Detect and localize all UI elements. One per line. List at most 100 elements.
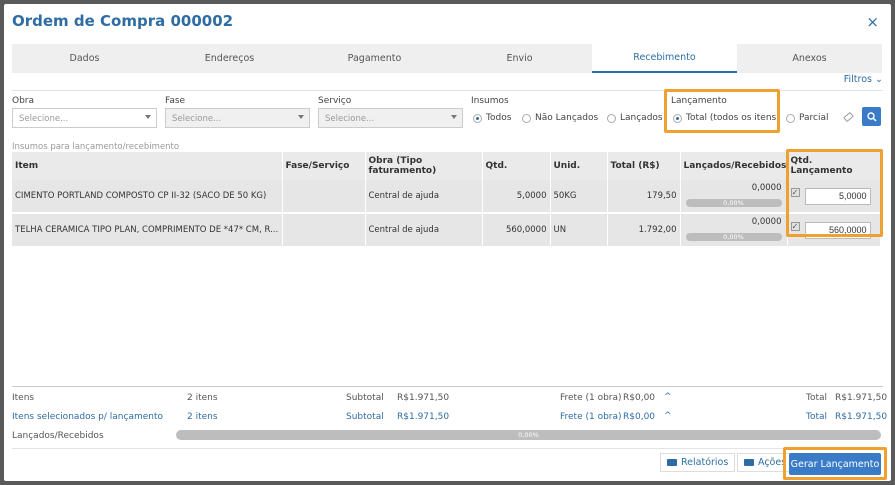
chevron-down-icon: ⌄ [875, 74, 883, 85]
cell-qtd: 560,0000 [482, 213, 551, 248]
total-label: Total [806, 412, 828, 422]
tab-dados[interactable]: Dados [12, 44, 157, 73]
total-value: R$1.971,50 [835, 393, 888, 403]
highlight-box-lancamento [664, 89, 780, 133]
radio-icon [522, 113, 531, 123]
tab-enderecos[interactable]: Endereços [157, 44, 302, 73]
subtotal-value: R$1.971,50 [397, 393, 450, 403]
progress-bar: 0,00% [685, 233, 782, 241]
filters-toggle-label: Filtros [843, 74, 872, 85]
progress-text: 0,00% [723, 199, 744, 207]
acoes-label: Ações [758, 457, 787, 468]
progress-text: 0,00% [723, 233, 744, 241]
close-icon[interactable]: × [866, 13, 879, 31]
tab-pagamento[interactable]: Pagamento [302, 44, 447, 73]
eraser-icon[interactable] [843, 111, 854, 123]
cell-fase [282, 213, 366, 248]
cell-qtd: 5,0000 [482, 180, 551, 214]
obra-select-value: Selecione... [19, 114, 69, 124]
insumos-radio-lancados[interactable]: Lançados [607, 113, 663, 123]
tab-envio[interactable]: Envio [447, 44, 592, 73]
divider [12, 448, 883, 449]
tab-recebimento[interactable]: Recebimento [592, 44, 737, 73]
cell-total: 179,50 [607, 180, 681, 214]
table-header-row: Item Fase/Serviço Obra (Tipo faturamento… [12, 152, 881, 180]
lancados-recebidos-label: Lançados/Recebidos [12, 431, 104, 441]
cell-total: 1.792,00 [607, 213, 681, 248]
frete-label: Frete (1 obra) [560, 393, 622, 403]
caret-down-icon [145, 115, 151, 119]
lancamento-radio-parcial[interactable]: Parcial [786, 113, 829, 123]
purchase-order-modal: Ordem de Compra 000002 × Dados Endereços… [4, 4, 891, 481]
subtotal-label: Subtotal [346, 393, 384, 403]
subtotal-value: R$1.971,50 [397, 412, 450, 422]
tab-bar: Dados Endereços Pagamento Envio Recebime… [12, 44, 882, 73]
cell-obra: Central de ajuda [365, 180, 483, 214]
servico-select-value: Selecione... [325, 114, 375, 124]
column-header[interactable]: Fase/Serviço [282, 152, 366, 180]
cell-lancados: 0,0000 0,00% [680, 213, 788, 248]
cell-unid: UN [550, 213, 608, 248]
subtotal-label: Subtotal [346, 412, 384, 422]
overall-progress-text: 0,00% [518, 431, 539, 439]
insumos-option-label: Não Lançados [535, 113, 599, 123]
insumos-option-label: Lançados [620, 113, 663, 123]
lancados-value: 0,0000 [751, 217, 782, 227]
progress-bar: 0,00% [685, 199, 782, 207]
table-row[interactable]: TELHA CERAMICA TIPO PLAN, COMPRIMENTO DE… [12, 213, 881, 248]
insumos-radio-todos[interactable]: Todos [473, 113, 511, 123]
itens-label: Itens [12, 393, 35, 403]
divider [12, 386, 883, 387]
caret-down-icon [298, 115, 304, 119]
lancamento-option-label: Parcial [799, 113, 829, 123]
filters-toggle[interactable]: Filtros ⌄ [844, 74, 883, 85]
column-header[interactable]: Item [12, 152, 283, 180]
selecionados-label: Itens selecionados p/ lançamento [12, 412, 164, 422]
fase-select[interactable]: Selecione... [165, 108, 310, 128]
insumos-option-label: Todos [486, 113, 512, 123]
tab-anexos[interactable]: Anexos [737, 44, 882, 73]
column-header[interactable]: Total (R$) [607, 152, 681, 180]
total-value: R$1.971,50 [835, 412, 888, 422]
report-icon [667, 459, 677, 466]
relatorios-button[interactable]: Relatórios [660, 453, 736, 472]
cell-item: CIMENTO PORTLAND COMPOSTO CP II-32 (SACO… [12, 180, 283, 214]
radio-icon [473, 113, 482, 123]
servico-select[interactable]: Selecione... [318, 108, 463, 128]
column-header[interactable]: Qtd. [482, 152, 551, 180]
servico-label: Serviço [318, 96, 352, 106]
items-table: Item Fase/Serviço Obra (Tipo faturamento… [12, 152, 881, 248]
obra-label: Obra [12, 96, 35, 106]
column-header[interactable]: Obra (Tipo faturamento) [365, 152, 483, 180]
lancados-progress: 0,0000 0,00% [684, 183, 784, 209]
total-label: Total [806, 393, 828, 403]
table-row[interactable]: CIMENTO PORTLAND COMPOSTO CP II-32 (SACO… [12, 180, 881, 214]
insumos-label: Insumos [471, 96, 509, 106]
frete-label: Frete (1 obra) [560, 412, 622, 422]
search-button[interactable] [862, 107, 881, 126]
obra-select[interactable]: Selecione... [12, 108, 157, 128]
itens-count: 2 itens [187, 393, 218, 403]
radio-icon [786, 113, 795, 123]
cell-obra: Central de ajuda [365, 213, 483, 248]
frete-value: R$0,00 [623, 393, 656, 403]
caret-down-icon [451, 115, 457, 119]
cell-unid: 50KG [550, 180, 608, 214]
fase-select-value: Selecione... [172, 114, 222, 124]
cell-lancados: 0,0000 0,00% [680, 180, 788, 214]
lancados-value: 0,0000 [751, 183, 782, 193]
highlight-box-gerar [783, 447, 887, 480]
cell-fase [282, 180, 366, 214]
fase-label: Fase [165, 96, 186, 106]
highlight-box-qtd-lancamento [786, 149, 883, 237]
column-header[interactable]: Lançados/Recebidos [680, 152, 788, 180]
chevron-up-icon[interactable]: ^ [664, 411, 672, 421]
overall-progress-bar: 0,00% [176, 430, 881, 440]
selecionados-count: 2 itens [187, 412, 218, 422]
actions-icon [744, 459, 754, 466]
column-header[interactable]: Unid. [550, 152, 608, 180]
section-title: Insumos para lançamento/recebimento [12, 142, 180, 152]
search-icon [866, 111, 877, 122]
insumos-radio-nao-lancados[interactable]: Não Lançados [522, 113, 598, 123]
chevron-up-icon[interactable]: ^ [664, 392, 672, 402]
